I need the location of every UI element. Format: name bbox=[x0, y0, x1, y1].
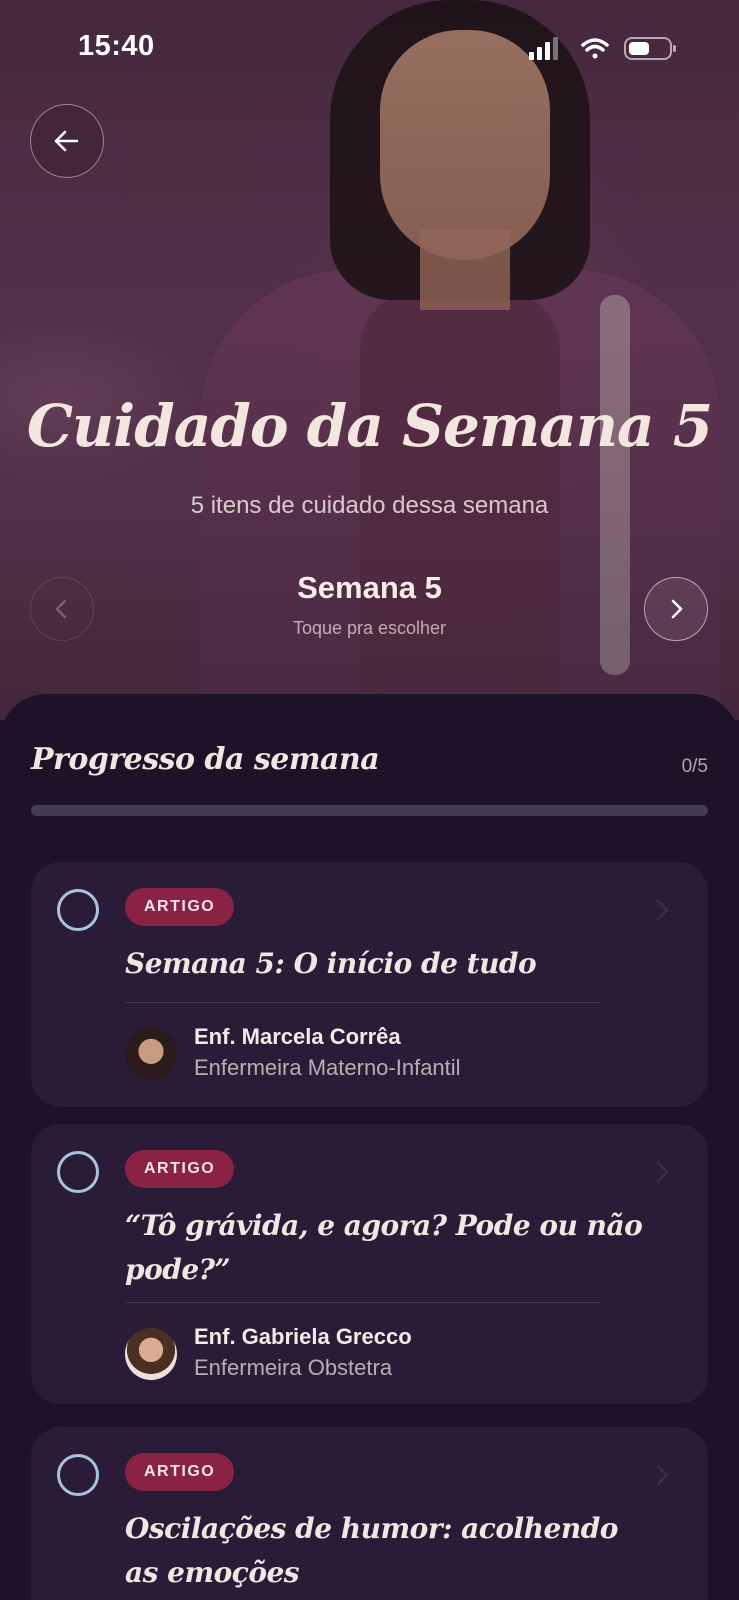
hero-header: 15:40 Cuidado da Semana 5 5 itens de cui… bbox=[0, 0, 739, 720]
week-selector-hint: Toque pra escolher bbox=[292, 618, 447, 638]
chevron-right-icon bbox=[656, 1161, 669, 1183]
content-sheet: Progresso da semana 0/5 ARTIGO Semana 5:… bbox=[0, 694, 739, 1600]
author-name: Enf. Gabriela Grecco bbox=[194, 1324, 412, 1349]
wifi-icon bbox=[581, 38, 609, 59]
progress-title: Progresso da semana bbox=[31, 742, 380, 777]
care-item-card[interactable]: ARTIGO Oscilações de humor: acolhendo as… bbox=[31, 1427, 708, 1600]
progress-bar bbox=[31, 805, 708, 816]
completion-checkbox[interactable] bbox=[57, 889, 99, 931]
author-avatar bbox=[125, 1328, 177, 1380]
completion-checkbox[interactable] bbox=[57, 1151, 99, 1193]
item-title: Semana 5: O início de tudo bbox=[125, 947, 537, 980]
week-selector[interactable]: Semana 5 bbox=[0, 570, 739, 606]
item-title: “Tô grávida, e agora? Pode ou não pode?” bbox=[125, 1209, 643, 1286]
progress-count: 0/5 bbox=[681, 756, 708, 777]
card-divider bbox=[125, 1002, 599, 1003]
care-item-card[interactable]: ARTIGO “Tô grávida, e agora? Pode ou não… bbox=[31, 1124, 708, 1404]
arrow-left-icon bbox=[54, 130, 79, 152]
item-type-tag: ARTIGO bbox=[125, 1453, 235, 1491]
battery-icon bbox=[624, 37, 676, 60]
status-icons bbox=[529, 37, 676, 60]
completion-checkbox[interactable] bbox=[57, 1454, 99, 1496]
card-divider bbox=[125, 1302, 599, 1303]
chevron-right-icon bbox=[656, 899, 669, 921]
page-title: Cuidado da Semana 5 bbox=[26, 392, 713, 460]
next-week-button[interactable] bbox=[644, 577, 708, 641]
item-type-tag: ARTIGO bbox=[125, 888, 235, 926]
chevron-right-icon bbox=[656, 1464, 669, 1486]
chevron-right-icon bbox=[671, 599, 683, 619]
item-type-tag: ARTIGO bbox=[125, 1150, 235, 1188]
cellular-signal-icon bbox=[529, 37, 558, 60]
status-time: 15:40 bbox=[78, 30, 155, 62]
author-name: Enf. Marcela Corrêa bbox=[194, 1024, 401, 1049]
author-avatar bbox=[125, 1028, 177, 1080]
hero-overlay bbox=[0, 0, 739, 720]
item-title: Oscilações de humor: acolhendo as emoçõe… bbox=[125, 1512, 618, 1589]
author-role: Enfermeira Obstetra bbox=[194, 1355, 393, 1380]
care-item-card[interactable]: ARTIGO Semana 5: O início de tudo Enf. M… bbox=[31, 862, 708, 1107]
author-role: Enfermeira Materno-Infantil bbox=[194, 1055, 461, 1080]
page-subtitle: 5 itens de cuidado dessa semana bbox=[190, 492, 549, 519]
back-button[interactable] bbox=[30, 104, 104, 178]
